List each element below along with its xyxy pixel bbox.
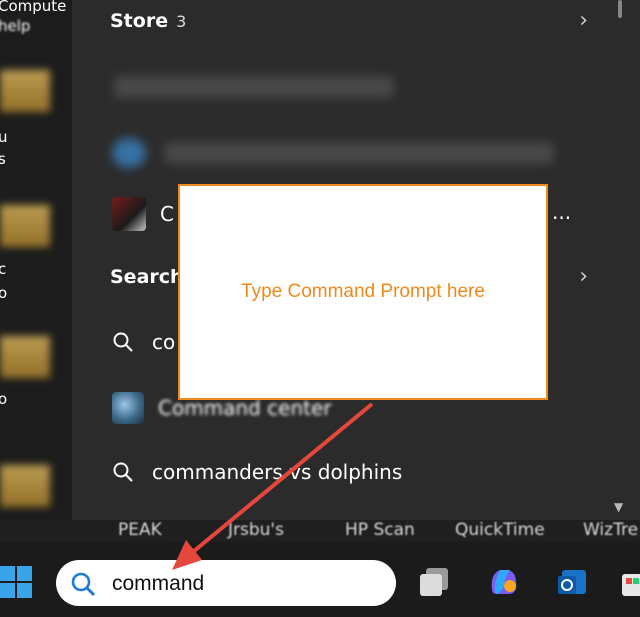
store-icon[interactable]: [620, 564, 640, 600]
desktop-label: u: [0, 128, 8, 146]
result-label: co: [152, 330, 176, 354]
search-icon: [113, 332, 133, 352]
instruction-callout: Type Command Prompt here: [178, 184, 548, 400]
result-label: commanders vs dolphins: [152, 460, 403, 484]
store-section-header[interactable]: Store 3: [110, 10, 186, 32]
scroll-down-icon[interactable]: ▼: [614, 500, 623, 514]
chevron-right-icon[interactable]: ›: [579, 264, 588, 289]
folder-icon[interactable]: [0, 205, 50, 247]
desktop-label: c: [0, 260, 7, 278]
outlook-icon[interactable]: [554, 564, 590, 600]
search-input[interactable]: [110, 568, 384, 600]
app-label[interactable]: WizTre: [583, 520, 638, 540]
app-label[interactable]: HP Scan: [345, 520, 415, 540]
blurred-result[interactable]: [164, 142, 554, 164]
folder-icon[interactable]: [0, 336, 50, 378]
truncation-ellipsis: ...: [552, 200, 572, 224]
callout-text: Type Command Prompt here: [241, 281, 485, 302]
folder-icon[interactable]: [0, 70, 50, 112]
app-icon: [112, 197, 146, 231]
desktop-label: help: [0, 17, 31, 35]
scroll-thumb[interactable]: [618, 0, 622, 18]
app-label[interactable]: PEAK: [118, 520, 162, 540]
desktop-label: Compute: [0, 0, 67, 15]
store-count: 3: [176, 12, 187, 31]
desktop-background: Compute help u s c o o aming: [0, 0, 72, 540]
search-section-title: Search: [110, 266, 184, 288]
windows-start-icon[interactable]: [0, 566, 32, 598]
copilot-icon[interactable]: [486, 564, 522, 600]
search-icon: [71, 572, 96, 597]
taskbar-search-box[interactable]: [56, 560, 396, 606]
store-title: Store: [110, 10, 169, 32]
app-label[interactable]: Jrsbu's: [228, 520, 284, 540]
result-row[interactable]: commanders vs dolphins: [112, 452, 600, 492]
search-icon: [113, 462, 133, 482]
folder-icon[interactable]: [0, 465, 50, 507]
result-label: C: [160, 202, 174, 226]
task-view-icon[interactable]: [416, 564, 452, 600]
app-icon: [112, 392, 144, 424]
desktop-label: o: [0, 284, 8, 302]
edge-icon: [112, 138, 146, 168]
chevron-right-icon[interactable]: ›: [579, 8, 588, 33]
blurred-result[interactable]: [114, 76, 394, 98]
app-label[interactable]: QuickTime: [455, 520, 545, 540]
desktop-label: o: [0, 390, 8, 408]
app-label-strip: PEAK Jrsbu's HP Scan QuickTime WizTre: [0, 520, 640, 542]
taskbar: [0, 542, 640, 617]
search-section-header[interactable]: Search: [110, 266, 184, 288]
scrollbar[interactable]: ▼: [614, 0, 624, 524]
desktop-label: s: [0, 150, 6, 168]
